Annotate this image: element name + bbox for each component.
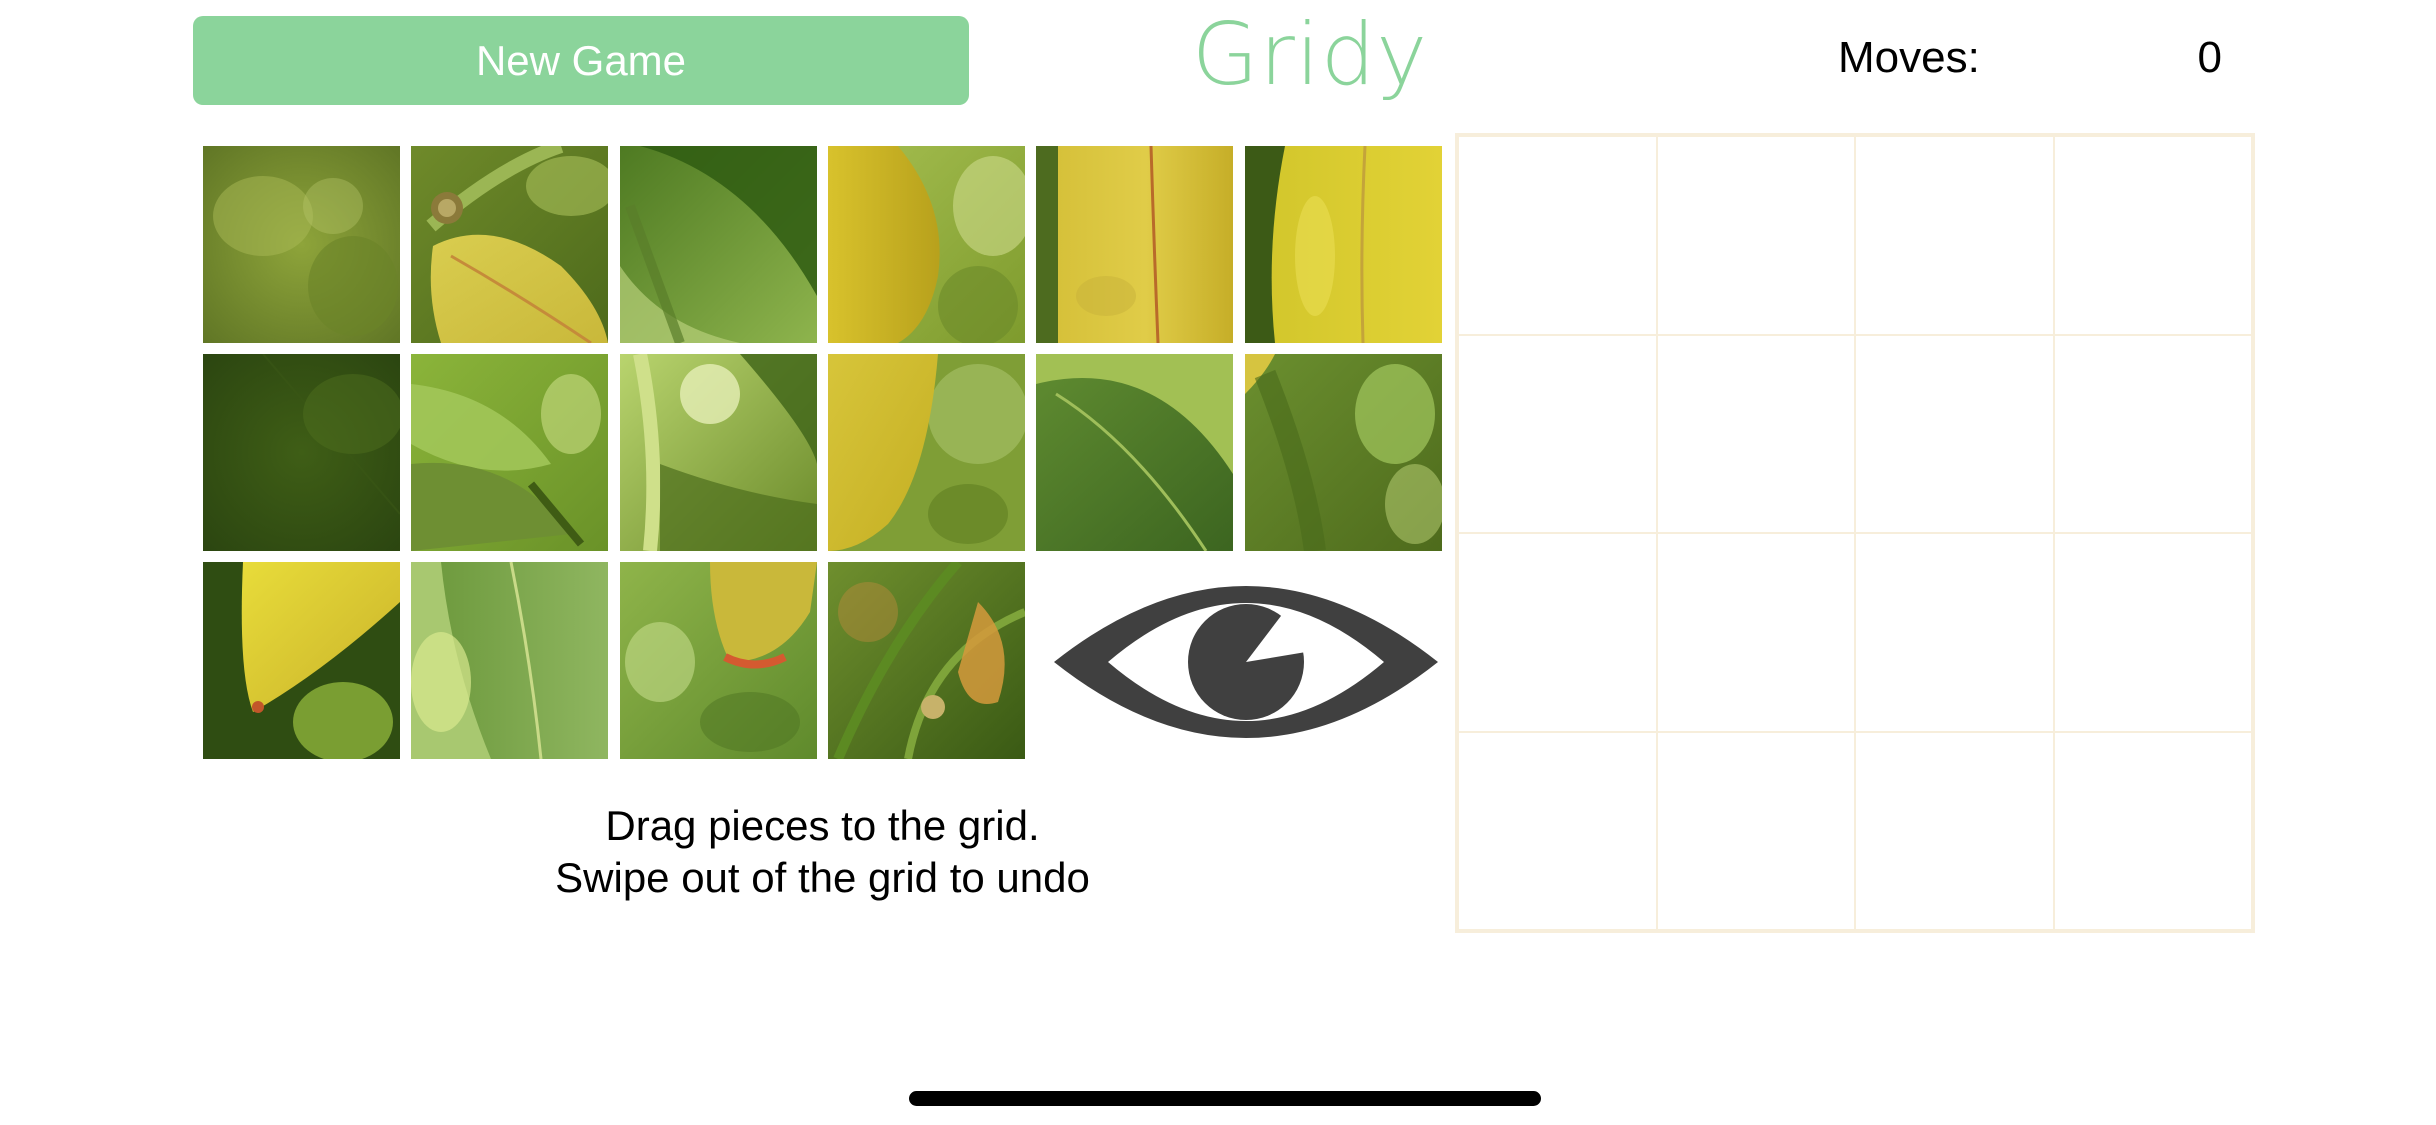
- grid-cell[interactable]: [2053, 731, 2252, 930]
- grid-cell[interactable]: [1656, 731, 1855, 930]
- grid-cell[interactable]: [1458, 533, 1657, 732]
- grid-cell[interactable]: [1855, 334, 2054, 533]
- gridy-logo: Gridy: [1191, 5, 1429, 105]
- grid-cell[interactable]: [1656, 334, 1855, 533]
- piece-7[interactable]: [203, 354, 400, 551]
- piece-3[interactable]: [620, 146, 817, 343]
- piece-9[interactable]: [620, 354, 817, 551]
- grid-cell[interactable]: [1458, 731, 1657, 930]
- instructions-line-1: Drag pieces to the grid.: [605, 802, 1040, 849]
- piece-16[interactable]: [828, 562, 1025, 759]
- piece-2[interactable]: [411, 146, 608, 343]
- grid-cell[interactable]: [1458, 136, 1657, 335]
- piece-12[interactable]: [1245, 354, 1442, 551]
- piece-14[interactable]: [411, 562, 608, 759]
- grid-cell[interactable]: [1855, 731, 2054, 930]
- piece-11[interactable]: [1036, 354, 1233, 551]
- instructions: Drag pieces to the grid. Swipe out of th…: [400, 800, 1245, 904]
- grid-cell[interactable]: [1656, 136, 1855, 335]
- app: New Game Gridy Moves: 0 Drag pieces to t…: [0, 0, 2436, 1125]
- grid-cell[interactable]: [1855, 136, 2054, 335]
- piece-1[interactable]: [203, 146, 400, 343]
- grid-cell[interactable]: [2053, 136, 2252, 335]
- moves-label: Moves:: [1838, 33, 1980, 82]
- piece-13[interactable]: [203, 562, 400, 759]
- instructions-line-2: Swipe out of the grid to undo: [555, 854, 1090, 901]
- grid-cell[interactable]: [1656, 533, 1855, 732]
- piece-8[interactable]: [411, 354, 608, 551]
- grid-cell[interactable]: [1458, 334, 1657, 533]
- moves-counter: 0: [2197, 33, 2222, 82]
- piece-5[interactable]: [1036, 146, 1233, 343]
- eye-icon[interactable]: [1048, 562, 1444, 762]
- target-grid: [1455, 133, 2255, 933]
- new-game-button[interactable]: New Game: [193, 16, 969, 105]
- piece-15[interactable]: [620, 562, 817, 759]
- grid-cell[interactable]: [2053, 334, 2252, 533]
- piece-4[interactable]: [828, 146, 1025, 343]
- grid-cell[interactable]: [1855, 533, 2054, 732]
- home-indicator[interactable]: [909, 1091, 1541, 1106]
- piece-10[interactable]: [828, 354, 1025, 551]
- piece-6[interactable]: [1245, 146, 1442, 343]
- grid-cell[interactable]: [2053, 533, 2252, 732]
